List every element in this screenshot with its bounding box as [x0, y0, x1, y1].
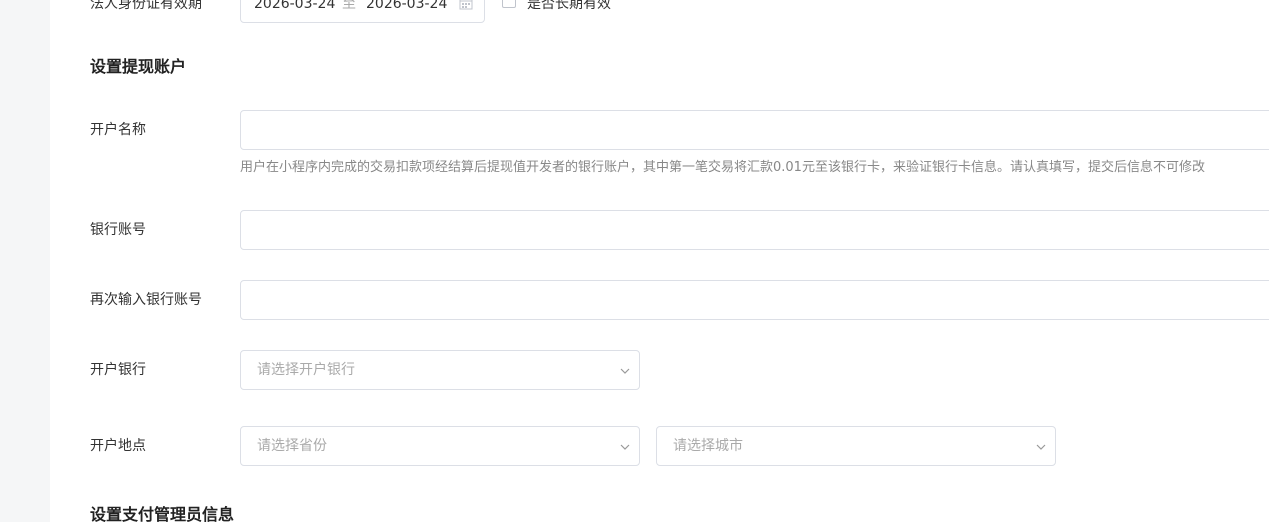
- bank-select-placeholder: 请选择开户银行: [257, 362, 355, 378]
- chevron-down-icon: [620, 444, 630, 450]
- withdraw-section-title: 设置提现账户: [90, 57, 187, 76]
- calendar-icon: [459, 0, 473, 10]
- chevron-down-icon: [620, 368, 630, 374]
- account-name-label: 开户名称: [90, 122, 146, 138]
- bank-account-confirm-label: 再次输入银行账号: [90, 292, 202, 308]
- id-validity-label: 法人身份证有效期: [90, 0, 202, 12]
- bank-account-label: 银行账号: [90, 222, 146, 238]
- province-select[interactable]: 请选择省份: [240, 426, 640, 466]
- date-separator: 至: [342, 0, 356, 12]
- city-select-placeholder: 请选择城市: [673, 438, 743, 454]
- city-select[interactable]: 请选择城市: [656, 426, 1056, 466]
- admin-section-title: 设置支付管理员信息: [90, 505, 235, 522]
- account-name-input[interactable]: [240, 110, 1269, 150]
- form-panel: 法人身份证有效期 2026-03-24 至 2026-03-24 是否长期有效 …: [50, 0, 1269, 522]
- id-validity-date-range[interactable]: 2026-03-24 至 2026-03-24: [240, 0, 485, 23]
- location-label: 开户地点: [90, 438, 146, 454]
- province-select-placeholder: 请选择省份: [257, 438, 327, 454]
- start-date: 2026-03-24: [254, 0, 336, 12]
- end-date: 2026-03-24: [366, 0, 448, 12]
- bank-label: 开户银行: [90, 362, 146, 378]
- chevron-down-icon: [1036, 444, 1046, 450]
- bank-select[interactable]: 请选择开户银行: [240, 350, 640, 390]
- bank-account-input[interactable]: [240, 210, 1269, 250]
- bank-account-confirm-input[interactable]: [240, 280, 1269, 320]
- long-term-checkbox-label: 是否长期有效: [527, 0, 611, 12]
- long-term-checkbox[interactable]: [502, 0, 516, 8]
- account-hint: 用户在小程序内完成的交易扣款项经结算后提现值开发者的银行账户，其中第一笔交易将汇…: [240, 160, 1205, 175]
